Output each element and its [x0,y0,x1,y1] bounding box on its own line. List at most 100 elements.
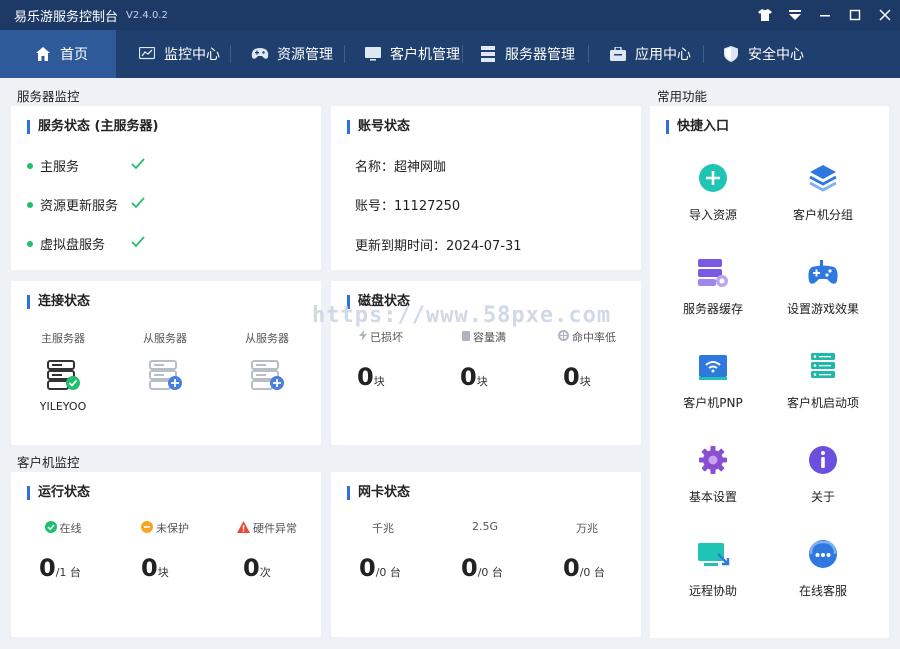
server-role-label: 主服务器 [41,332,85,345]
quick-remote-assist[interactable]: 远程协助 [658,538,768,599]
nav-home[interactable]: 首页 [0,30,116,78]
service-row: 虚拟盘服务 [27,234,145,253]
nav-clients[interactable]: 客户机管理 [345,30,462,78]
minus-circle-icon [141,520,153,536]
chat-bubble-icon [807,538,839,574]
quick-label: 在线客服 [798,584,847,598]
nic-stat-label: 2.5G [471,520,499,533]
quick-client-group[interactable]: 客户机分组 [768,162,878,223]
server-icon [479,45,497,63]
app-version: V2.4.0.2 [126,9,168,21]
account-name: 名称：超神网咖 [355,160,447,175]
status-dot [27,201,33,208]
quick-label: 关于 [810,490,835,504]
account-status-card: 账号状态 名称：超神网咖 账号：11127250 更新到期时间：2024-07-… [331,106,641,270]
quick-about[interactable]: 关于 [768,444,878,505]
disk-damaged-value: 0块 [357,363,385,391]
quick-access-panel: 快捷入口 导入资源 客户机分组 服务器缓存 设置游戏效果 客户机PNP 客户机启… [650,106,889,638]
client-monitor-heading: 客户机监控 [17,455,80,470]
info-icon [807,444,839,480]
nav-label: 安全中心 [748,47,804,63]
server-connection: 从服务器 [217,330,317,394]
quick-label: 设置游戏效果 [786,302,859,316]
online-value: 0/1 台 [39,554,81,582]
quick-client-pnp[interactable]: 客户机PNP [658,350,768,411]
nav-label: 监控中心 [164,47,220,63]
nic-2-5g-value: 0/0 台 [461,554,503,582]
disk-stat: 容量满 [434,329,534,345]
target-icon [558,330,569,344]
quick-label: 客户机分组 [792,208,853,222]
quick-label: 客户机启动项 [786,396,859,410]
account-expire: 更新到期时间：2024-07-31 [355,239,522,254]
nic-stat-label: 万兆 [576,522,598,535]
server-add-icon[interactable] [148,360,182,394]
app-box-icon [609,45,627,63]
disk-stat-label: 命中率低 [572,331,616,344]
nic-status-card: 网卡状态 千兆 2.5G 万兆 0/0 台 0/0 台 0/0 台 [331,472,641,637]
nav-monitor[interactable]: 监控中心 [116,30,230,78]
nic-10g-value: 0/0 台 [563,554,605,582]
hardware-error-value: 0次 [243,554,271,582]
nav-security[interactable]: 安全中心 [704,30,814,78]
quick-server-cache[interactable]: 服务器缓存 [658,256,768,317]
minimize-icon[interactable] [810,0,840,30]
quick-import-resource[interactable]: 导入资源 [658,162,768,223]
bolt-icon [359,330,367,344]
card-title: 连接状态 [27,295,90,309]
doc-icon [462,330,470,344]
card-title: 网卡状态 [347,486,410,500]
layers-icon [807,162,839,198]
nav-label: 资源管理 [277,47,333,63]
check-icon [131,196,145,213]
wifi-card-icon [697,350,729,386]
disk-stat-label: 容量满 [473,331,506,344]
nic-gigabit-value: 0/0 台 [359,554,401,582]
skin-icon[interactable] [750,0,780,30]
menu-icon[interactable] [780,0,810,30]
nav-apps[interactable]: 应用中心 [589,30,703,78]
server-cache-icon [696,256,730,292]
nav-resources[interactable]: 资源管理 [231,30,344,78]
run-stat-label: 硬件异常 [253,522,297,535]
run-stat-label: 在线 [59,522,82,535]
common-functions-heading: 常用功能 [657,89,708,104]
gear-icon [697,444,729,480]
quick-label: 基本设置 [688,490,737,504]
service-label: 主服务 [40,160,80,175]
startup-icon [807,350,839,386]
quick-label: 服务器缓存 [682,302,743,316]
disk-full-value: 0块 [460,363,488,391]
server-connected-icon [46,360,80,394]
run-status-card: 运行状态 在线 未保护 硬件异常 0/1 台 0块 0次 [11,472,321,637]
run-stat: 未保护 [115,520,215,536]
run-stat: 在线 [13,520,113,536]
quick-online-support[interactable]: 在线客服 [768,538,878,599]
card-title: 账号状态 [347,120,410,134]
quick-game-effect[interactable]: 设置游戏效果 [768,256,878,317]
desktop-icon [364,45,382,63]
nic-stat: 万兆 [537,520,637,536]
nic-stat: 2.5G [435,520,535,533]
card-title: 服务状态 (主服务器) [27,120,158,134]
remote-screen-icon [696,538,730,574]
quick-basic-settings[interactable]: 基本设置 [658,444,768,505]
monitor-chart-icon [138,45,156,63]
server-add-icon[interactable] [250,360,284,394]
maximize-icon[interactable] [840,0,870,30]
shield-icon [722,45,740,63]
nav-label: 客户机管理 [390,47,460,63]
run-stat: 硬件异常 [217,520,317,536]
close-icon[interactable] [870,0,900,30]
warning-icon [237,520,250,536]
nav-servers[interactable]: 服务器管理 [463,30,588,78]
server-role-label: 从服务器 [245,332,289,345]
server-connection: 主服务器 YILEYOO [13,330,113,413]
title-bar: 易乐游服务控制台 V2.4.0.2 [0,0,900,30]
status-dot [27,240,33,247]
quick-client-startup[interactable]: 客户机启动项 [768,350,878,411]
connection-status-card: 连接状态 主服务器 YILEYOO 从服务器 从服务器 [11,281,321,445]
service-row: 资源更新服务 [27,195,145,214]
unprotected-value: 0块 [141,554,169,582]
nic-stat-label: 千兆 [372,522,394,535]
